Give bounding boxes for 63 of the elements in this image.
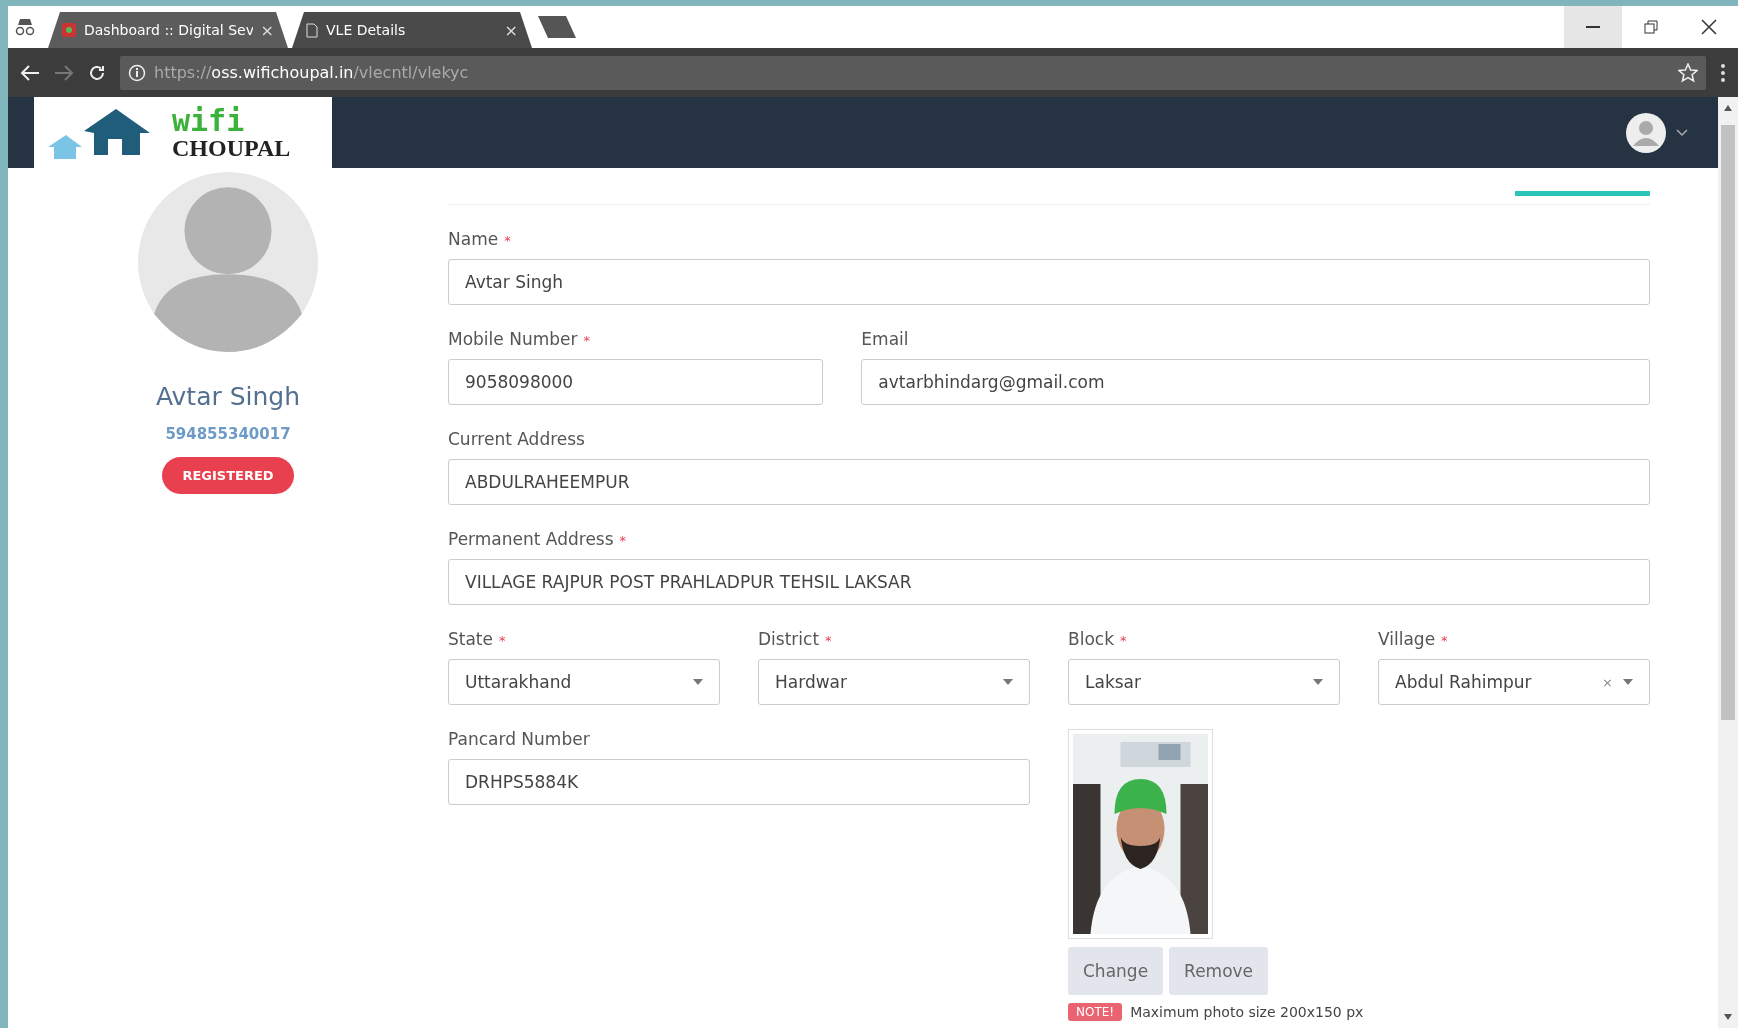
select-field[interactable]: Abdul Rahimpur × [1378, 659, 1650, 705]
avatar-icon [138, 172, 318, 352]
caret-icon [1623, 679, 1633, 685]
required-mark: * [825, 633, 832, 648]
required-mark: * [504, 233, 511, 248]
logo-text: CHOUPAL [172, 135, 291, 160]
browser-tab[interactable]: VLE Details × [292, 12, 532, 48]
input-field[interactable]: ABDULRAHEEMPUR [448, 459, 1650, 505]
required-mark: * [583, 333, 590, 348]
select-field[interactable]: Uttarakhand [448, 659, 720, 705]
field-label: Email [861, 329, 909, 349]
field-label: Mobile Number [448, 329, 578, 349]
profile-id: 594855340017 [165, 425, 291, 443]
browser-tab[interactable]: Dashboard :: Digital Sev × [48, 12, 288, 48]
avatar-icon[interactable] [1626, 112, 1666, 153]
required-mark: * [499, 633, 506, 648]
caret-icon [1313, 679, 1323, 685]
required-mark: * [1441, 633, 1448, 648]
clear-icon[interactable]: × [1602, 674, 1613, 690]
incognito-icon [14, 17, 36, 37]
required-mark: * [619, 533, 627, 548]
field-label: Name [448, 229, 499, 249]
field-label: Permanent Address [448, 529, 614, 549]
field-label: Village [1378, 629, 1436, 649]
page-icon [306, 22, 318, 38]
input-field[interactable]: Avtar Singh [448, 259, 1650, 305]
field-label: Current Address [448, 429, 585, 449]
profile-name: Avtar Singh [155, 382, 301, 411]
field-label: Pancard Number [448, 729, 590, 749]
logo[interactable]: wifi CHOUPAL [34, 97, 332, 168]
menu-icon[interactable] [1720, 62, 1726, 83]
scroll-up-icon[interactable] [1724, 105, 1732, 111]
site-icon [62, 23, 76, 37]
photo-button[interactable]: Remove [1169, 947, 1269, 995]
note-badge: NOTE! [1068, 1003, 1123, 1021]
select-field[interactable]: Laksar [1068, 659, 1340, 705]
info-icon [128, 63, 146, 82]
field-label: State [448, 629, 493, 649]
new-tab-icon[interactable] [536, 14, 578, 40]
logo-text: wifi [172, 105, 246, 136]
close-icon[interactable]: × [260, 20, 274, 40]
caret-icon [693, 679, 703, 685]
forward-icon[interactable] [54, 63, 74, 82]
photo-button[interactable]: Change [1068, 947, 1164, 995]
required-mark: * [1120, 633, 1127, 648]
scrollbar-thumb[interactable] [1721, 125, 1735, 720]
input-field[interactable]: 9058098000 [448, 359, 824, 405]
caret-icon [1003, 679, 1013, 685]
input-field[interactable]: avtarbhindarg@gmail.com [861, 359, 1650, 405]
scroll-down-icon[interactable] [1724, 1014, 1732, 1020]
back-icon[interactable] [20, 63, 40, 82]
chevron-down-icon[interactable] [1676, 128, 1688, 137]
note-text: Maximum photo size 200x150 px [1130, 1004, 1364, 1020]
field-label: District [758, 629, 820, 649]
select-field[interactable]: Hardwar [758, 659, 1030, 705]
address-bar[interactable]: https://oss.wifichoupal.in/vlecntl/vlekyc [120, 55, 1706, 90]
input-field[interactable]: VILLAGE RAJPUR POST PRAHLADPUR TEHSIL LAKSAR [448, 559, 1650, 605]
status-badge: REGISTERED [162, 457, 294, 494]
star-icon[interactable] [1678, 62, 1698, 83]
close-icon[interactable]: × [504, 20, 518, 40]
reload-icon[interactable] [88, 63, 106, 82]
input-field[interactable]: DRHPS5884K [448, 759, 1030, 805]
field-label: Block [1068, 629, 1114, 649]
